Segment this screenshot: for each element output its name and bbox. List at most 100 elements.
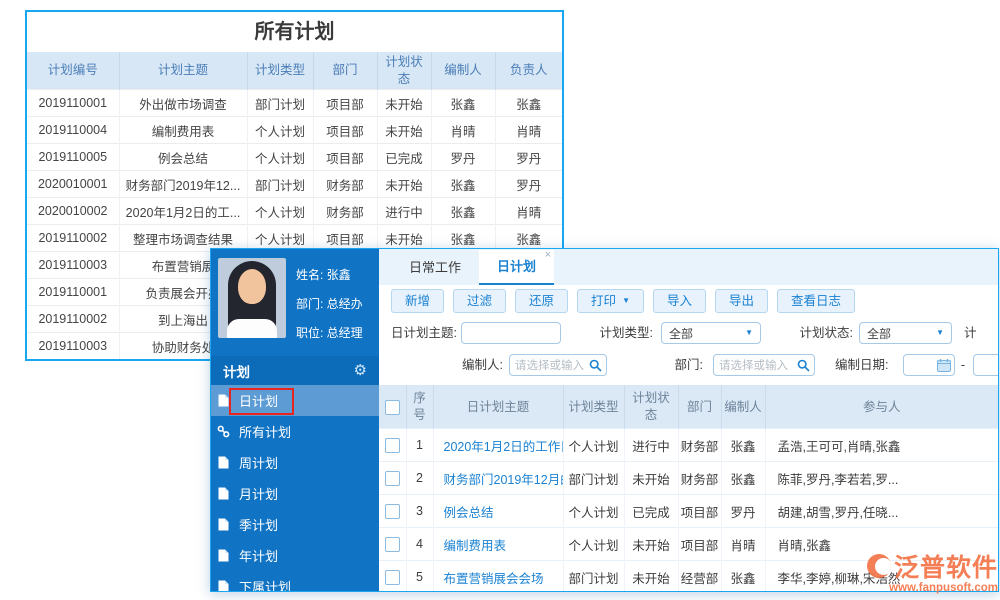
filter-panel: 日计划主题: 计划类型: 全部 ▼ 计划状态: 全部 ▼ 计 编制人: 部门: … xyxy=(379,317,998,385)
cell-compiler: 张鑫 xyxy=(431,198,495,225)
sidebar-item-weekly-plan[interactable]: 周计划 xyxy=(211,447,379,478)
clipped-filter-label: 计 xyxy=(964,322,994,344)
column-header: 序号 xyxy=(406,386,433,429)
tab-daily-work[interactable]: 日常工作 xyxy=(391,250,479,285)
cell-plan-no: 2019110001 xyxy=(27,279,119,306)
file-icon xyxy=(216,394,230,407)
button-label: 导入 xyxy=(667,290,692,312)
cell-compiler: 肖晴 xyxy=(721,528,765,561)
column-header: 计划主题 xyxy=(119,52,247,90)
checkbox-cell xyxy=(379,462,406,495)
cell-type: 个人计划 xyxy=(247,117,313,144)
sidebar-section-label: 计划 xyxy=(223,361,250,381)
tab-daily-plan[interactable]: 日计划 × xyxy=(479,250,554,285)
export-button[interactable]: 导出 xyxy=(715,289,768,313)
cell-status: 未开始 xyxy=(377,90,431,117)
type-filter-label: 计划类型: xyxy=(587,322,653,344)
cell-dept: 财务部 xyxy=(678,462,721,495)
table-row[interactable]: 2020010001财务部门2019年12...部门计划财务部未开始张鑫罗丹 xyxy=(27,171,562,198)
cell-participants: 孟浩,王可可,肖晴,张鑫 xyxy=(765,429,998,462)
file-icon xyxy=(216,518,230,531)
gear-icon[interactable]: ⚙ xyxy=(354,363,367,378)
table-row[interactable]: 2019110005例会总结个人计划项目部已完成罗丹罗丹 xyxy=(27,144,562,171)
cell-dept: 项目部 xyxy=(678,528,721,561)
add-button[interactable]: 新增 xyxy=(391,289,444,313)
tab-label: 日常工作 xyxy=(409,260,461,275)
column-header: 编制人 xyxy=(431,52,495,90)
row-checkbox[interactable] xyxy=(385,471,400,486)
table-row[interactable]: 20200100022020年1月2日的工...个人计划财务部进行中张鑫肖晴 xyxy=(27,198,562,225)
status-filter-select[interactable]: 全部 ▼ xyxy=(859,322,952,344)
subject-link[interactable]: 编制费用表 xyxy=(433,528,563,561)
sidebar-item-label: 年计划 xyxy=(239,546,278,565)
restore-button[interactable]: 还原 xyxy=(515,289,568,313)
cell-compiler: 张鑫 xyxy=(721,429,765,462)
close-icon[interactable]: × xyxy=(545,250,551,261)
cell-compiler: 张鑫 xyxy=(431,90,495,117)
calendar-icon[interactable] xyxy=(937,358,951,372)
subject-filter-input[interactable] xyxy=(461,322,561,344)
sidebar-item-daily-plan[interactable]: 日计划 xyxy=(211,385,379,416)
print-button[interactable]: 打印▼ xyxy=(577,289,644,313)
column-header: 计划编号 xyxy=(27,52,119,90)
search-icon[interactable] xyxy=(589,358,603,372)
profile-position: 职位: 总经理 xyxy=(296,319,363,348)
column-header: 部门 xyxy=(313,52,377,90)
subject-link[interactable]: 财务部门2019年12月的... xyxy=(433,462,563,495)
column-header: 参与人 xyxy=(765,386,998,429)
sidebar-item-quarterly-plan[interactable]: 季计划 xyxy=(211,509,379,540)
toolbar: 新增 过滤 还原 打印▼ 导入 导出 查看日志 xyxy=(379,285,998,317)
row-checkbox[interactable] xyxy=(385,537,400,552)
cell-dept: 项目部 xyxy=(313,144,377,171)
vendor-logo-icon xyxy=(867,554,891,578)
sidebar: 姓名: 张鑫 部门: 总经办 职位: 总经理 计划 ⚙ 日计划 所有计划 周计划 xyxy=(211,249,379,591)
cell-status: 进行中 xyxy=(624,429,678,462)
cell-dept: 经营部 xyxy=(678,561,721,592)
column-header: 日计划主题 xyxy=(433,386,563,429)
cell-compiler: 罗丹 xyxy=(431,144,495,171)
search-icon[interactable] xyxy=(797,358,811,372)
view-log-button[interactable]: 查看日志 xyxy=(777,289,855,313)
row-checkbox[interactable] xyxy=(385,438,400,453)
filter-button[interactable]: 过滤 xyxy=(453,289,506,313)
row-checkbox[interactable] xyxy=(385,504,400,519)
subject-link[interactable]: 例会总结 xyxy=(433,495,563,528)
cell-subject: 编制费用表 xyxy=(119,117,247,144)
table-row[interactable]: 1 2020年1月2日的工作日... 个人计划 进行中 财务部 张鑫 孟浩,王可… xyxy=(379,429,998,462)
select-all-checkbox[interactable] xyxy=(385,400,400,415)
sidebar-item-subordinate-plan[interactable]: 下属计划 xyxy=(211,571,379,592)
cell-subject: 2020年1月2日的工... xyxy=(119,198,247,225)
sidebar-item-all-plans[interactable]: 所有计划 xyxy=(211,416,379,447)
table-row[interactable]: 3 例会总结 个人计划 已完成 项目部 罗丹 胡建,胡雪,罗丹,任晓... xyxy=(379,495,998,528)
type-filter-select[interactable]: 全部 ▼ xyxy=(661,322,761,344)
column-header: 负责人 xyxy=(495,52,562,90)
cell-plan-no: 2019110003 xyxy=(27,333,119,360)
cell-plan-no: 2019110001 xyxy=(27,90,119,117)
table-row[interactable]: 2019110004编制费用表个人计划项目部未开始肖晴肖晴 xyxy=(27,117,562,144)
row-checkbox[interactable] xyxy=(385,570,400,585)
checkbox-cell xyxy=(379,429,406,462)
date-range-separator: - xyxy=(958,354,968,376)
cell-status: 未开始 xyxy=(624,462,678,495)
table-row[interactable]: 2019110001外出做市场调查部门计划项目部未开始张鑫张鑫 xyxy=(27,90,562,117)
import-button[interactable]: 导入 xyxy=(653,289,706,313)
compiler-filter-label: 编制人: xyxy=(429,354,503,376)
button-label: 打印 xyxy=(591,290,616,312)
selected-value: 全部 xyxy=(669,325,693,342)
subject-link[interactable]: 布置营销展会会场 xyxy=(433,561,563,592)
subject-link[interactable]: 2020年1月2日的工作日... xyxy=(433,429,563,462)
date-to-input[interactable] xyxy=(973,354,999,376)
dept-filter-label: 部门: xyxy=(641,354,703,376)
cell-status: 已完成 xyxy=(624,495,678,528)
table-row[interactable]: 2 财务部门2019年12月的... 部门计划 未开始 财务部 张鑫 陈菲,罗丹… xyxy=(379,462,998,495)
cell-dept: 项目部 xyxy=(313,90,377,117)
file-icon xyxy=(216,456,230,469)
sidebar-item-monthly-plan[interactable]: 月计划 xyxy=(211,478,379,509)
sidebar-item-yearly-plan[interactable]: 年计划 xyxy=(211,540,379,571)
cell-status: 已完成 xyxy=(377,144,431,171)
cell-dept: 财务部 xyxy=(313,171,377,198)
cell-index: 3 xyxy=(406,495,433,528)
subject-filter-label: 日计划主题: xyxy=(385,322,457,344)
cell-index: 1 xyxy=(406,429,433,462)
profile-name: 姓名: 张鑫 xyxy=(296,261,363,290)
